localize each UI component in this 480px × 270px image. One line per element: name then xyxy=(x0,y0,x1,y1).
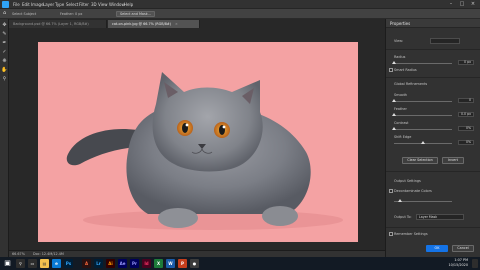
smooth-value[interactable]: 0 xyxy=(458,98,474,103)
windows-start-icon[interactable]: ▣ xyxy=(3,259,12,268)
shift-edge-slider[interactable] xyxy=(394,141,452,144)
excel-icon[interactable]: X xyxy=(154,259,163,268)
contrast-label: Contrast xyxy=(394,121,409,125)
properties-panel: Properties View: Radius 0 px Smart Radiu… xyxy=(385,19,480,257)
quick-selection-tool-icon[interactable]: ✎ xyxy=(1,31,8,38)
options-bar: ⌂ Select Subject Feather: 0 px Select an… xyxy=(0,9,480,19)
tab-label: cat-on-pink.jpg @ 66.7% (RGB/8#) xyxy=(112,22,172,26)
remember-settings-checkbox[interactable] xyxy=(389,232,393,236)
cat-photo[interactable] xyxy=(38,42,358,242)
divider xyxy=(386,227,480,228)
smooth-label: Smooth xyxy=(394,93,408,97)
menu-select[interactable]: Select xyxy=(66,2,78,7)
select-and-mask-button[interactable]: Select and Mask... xyxy=(116,11,155,17)
close-icon[interactable]: × xyxy=(468,1,478,8)
brush-tool-icon[interactable]: ✒ xyxy=(1,40,8,47)
tab-label: Background.psd @ 66.7% (Layer 1, RGB/8#) xyxy=(13,22,89,26)
feather-value[interactable]: 0.0 px xyxy=(458,112,474,117)
radius-slider[interactable] xyxy=(392,61,452,64)
menu-window[interactable]: Window xyxy=(109,2,125,7)
smart-radius-checkbox[interactable] xyxy=(389,68,393,72)
photoshop-taskbar-icon[interactable]: Ps xyxy=(64,259,73,268)
menu-help[interactable]: Help xyxy=(124,2,133,7)
maximize-icon[interactable]: □ xyxy=(457,1,467,8)
feather-label: Feather xyxy=(394,107,407,111)
search-icon[interactable]: ⚲ xyxy=(16,259,25,268)
smart-radius-label: Smart Radius xyxy=(394,68,417,72)
properties-header: Properties xyxy=(386,19,480,28)
contrast-slider[interactable] xyxy=(392,127,452,130)
close-tab-icon[interactable]: × xyxy=(175,22,178,26)
menu-edit[interactable]: Edit xyxy=(22,2,30,7)
home-icon[interactable]: ⌂ xyxy=(3,10,6,16)
file-explorer-icon[interactable]: ▤ xyxy=(40,259,49,268)
premiere-icon[interactable]: Pr xyxy=(130,259,139,268)
feather-slider[interactable] xyxy=(392,113,452,116)
photoshop-logo-icon xyxy=(2,1,9,8)
clock-date: 10/15/2020 xyxy=(448,263,468,267)
divider xyxy=(386,171,480,172)
menu-type[interactable]: Type xyxy=(55,2,64,7)
acrobat-icon[interactable]: A xyxy=(82,259,91,268)
smooth-slider[interactable] xyxy=(392,99,452,102)
menu-image[interactable]: Image xyxy=(31,2,44,7)
shift-edge-label: Shift Edge xyxy=(394,135,412,139)
illustrator-icon[interactable]: Ai xyxy=(106,259,115,268)
refine-edge-brush-icon[interactable]: ✓ xyxy=(1,49,8,56)
remember-settings-label: Remember Settings xyxy=(394,232,428,236)
divider xyxy=(386,77,480,78)
menu-view[interactable]: View xyxy=(98,2,108,7)
indesign-icon[interactable]: Id xyxy=(142,259,151,268)
menu-bar: File Edit Image Layer Type Select Filter… xyxy=(0,0,480,9)
zoom-level[interactable]: 66.67% xyxy=(12,252,25,256)
cat-image xyxy=(66,72,343,230)
global-refinements-label[interactable]: Global Refinements xyxy=(394,82,427,86)
cancel-button[interactable]: Cancel xyxy=(452,245,474,252)
clear-selection-button[interactable]: Clear Selection xyxy=(402,157,438,164)
hand-tool-icon[interactable]: ✋ xyxy=(1,67,8,74)
app-icon[interactable]: ● xyxy=(190,259,199,268)
radius-label: Radius xyxy=(394,55,406,59)
clock[interactable]: 1:07 PM 10/15/2020 xyxy=(438,258,468,268)
properties-title: Properties xyxy=(390,21,411,26)
output-to-select[interactable]: Layer Mask xyxy=(416,214,464,220)
output-settings-label[interactable]: Output Settings xyxy=(394,179,421,183)
word-icon[interactable]: W xyxy=(166,259,175,268)
edge-icon[interactable]: e xyxy=(52,259,61,268)
lightroom-icon[interactable]: Lr xyxy=(94,259,103,268)
divider xyxy=(386,49,480,50)
tab-cat-on-pink[interactable]: cat-on-pink.jpg @ 66.7% (RGB/8#) × xyxy=(108,20,200,28)
ok-button[interactable]: OK xyxy=(426,245,448,252)
task-view-icon[interactable]: ▭ xyxy=(28,259,37,268)
view-mode-label: View: xyxy=(394,39,404,43)
zoom-tool-icon[interactable]: ⚲ xyxy=(1,76,8,83)
invert-button[interactable]: Invert xyxy=(442,157,464,164)
decontaminate-checkbox[interactable] xyxy=(389,189,393,193)
menu-3d[interactable]: 3D xyxy=(91,2,97,7)
decontaminate-label: Decontaminate Colors xyxy=(394,189,432,193)
menu-layer[interactable]: Layer xyxy=(43,2,54,7)
tools-panel: ✥ ✎ ✒ ✓ ❋ ✋ ⚲ xyxy=(0,19,9,257)
view-mode-select[interactable] xyxy=(430,38,460,44)
output-to-label: Output To: xyxy=(394,215,412,219)
show-desktop-icon[interactable] xyxy=(472,259,478,268)
select-subject-label[interactable]: Select Subject xyxy=(12,12,36,16)
document-tabs: Background.psd @ 66.7% (Layer 1, RGB/8#)… xyxy=(9,19,385,28)
after-effects-icon[interactable]: Ae xyxy=(118,259,127,268)
tab-background[interactable]: Background.psd @ 66.7% (Layer 1, RGB/8#) xyxy=(9,20,107,28)
menu-filter[interactable]: Filter xyxy=(79,2,89,7)
lasso-tool-icon[interactable]: ❋ xyxy=(1,58,8,65)
doc-size: Doc: 12.4M/12.4M xyxy=(33,252,64,256)
radius-value[interactable]: 0 px xyxy=(458,60,474,65)
menu-file[interactable]: File xyxy=(13,2,20,7)
status-bar: 66.67% Doc: 12.4M/12.4M xyxy=(9,250,385,257)
powerpoint-icon[interactable]: P xyxy=(178,259,187,268)
amount-slider[interactable] xyxy=(394,199,452,202)
minimize-icon[interactable]: – xyxy=(446,1,456,8)
windows-taskbar: ▣ ⚲ ▭ ▤ e Ps A Lr Ai Ae Pr Id X W P ● 1:… xyxy=(0,257,480,270)
feather-label: Feather: 0 px xyxy=(60,12,83,16)
move-tool-icon[interactable]: ✥ xyxy=(1,22,8,29)
contrast-value[interactable]: 0% xyxy=(458,126,474,131)
shift-edge-value[interactable]: 0% xyxy=(458,140,474,145)
